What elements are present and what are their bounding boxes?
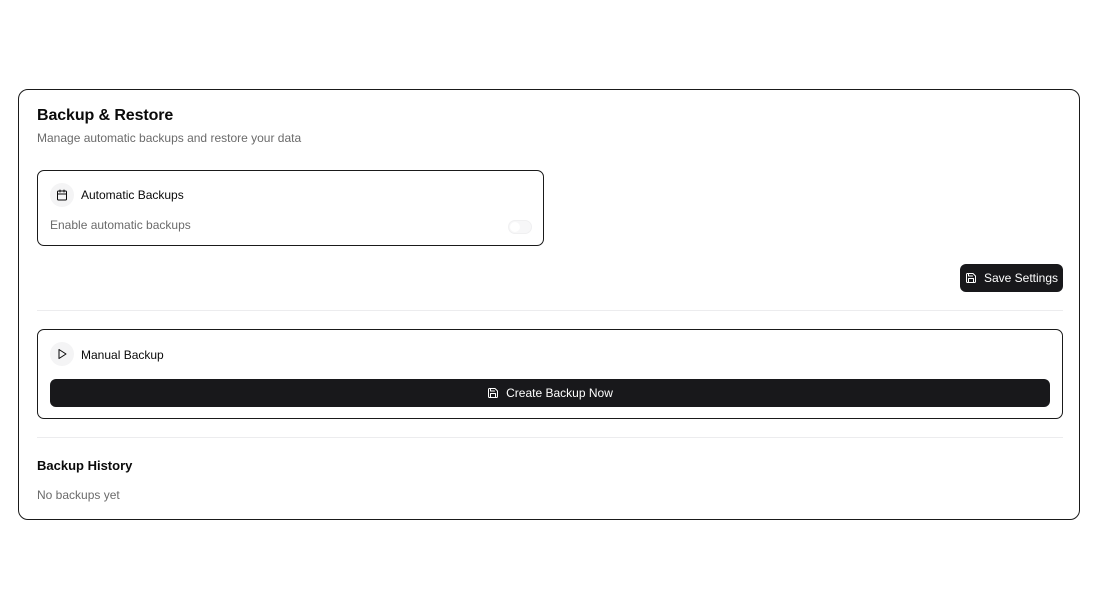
automatic-backups-panel: Automatic Backups Enable automatic backu… (37, 170, 544, 246)
save-settings-button[interactable]: Save Settings (960, 264, 1063, 292)
automatic-backups-label: Automatic Backups (81, 188, 184, 202)
calendar-icon (50, 183, 74, 207)
backup-history-title: Backup History (37, 458, 133, 473)
enable-automatic-backups-label: Enable automatic backups (50, 218, 191, 232)
play-icon (50, 342, 74, 366)
page-title: Backup & Restore (37, 107, 174, 124)
page-subtitle: Manage automatic backups and restore you… (37, 131, 302, 145)
divider (37, 310, 1063, 311)
automatic-backups-toggle[interactable] (508, 220, 532, 234)
save-icon (965, 273, 976, 283)
manual-backup-label: Manual Backup (81, 348, 164, 362)
save-icon (488, 388, 499, 398)
toggle-knob (510, 222, 520, 232)
backup-history-empty-state: No backups yet (37, 488, 120, 502)
divider (37, 437, 1063, 438)
save-settings-label: Save Settings (983, 271, 1059, 285)
create-backup-now-button[interactable]: Create Backup Now (50, 379, 1050, 407)
create-backup-now-label: Create Backup Now (506, 386, 613, 400)
manual-backup-panel: Manual Backup Create Backup Now (37, 329, 1063, 419)
backup-restore-card: Backup & Restore Manage automatic backup… (18, 89, 1080, 520)
